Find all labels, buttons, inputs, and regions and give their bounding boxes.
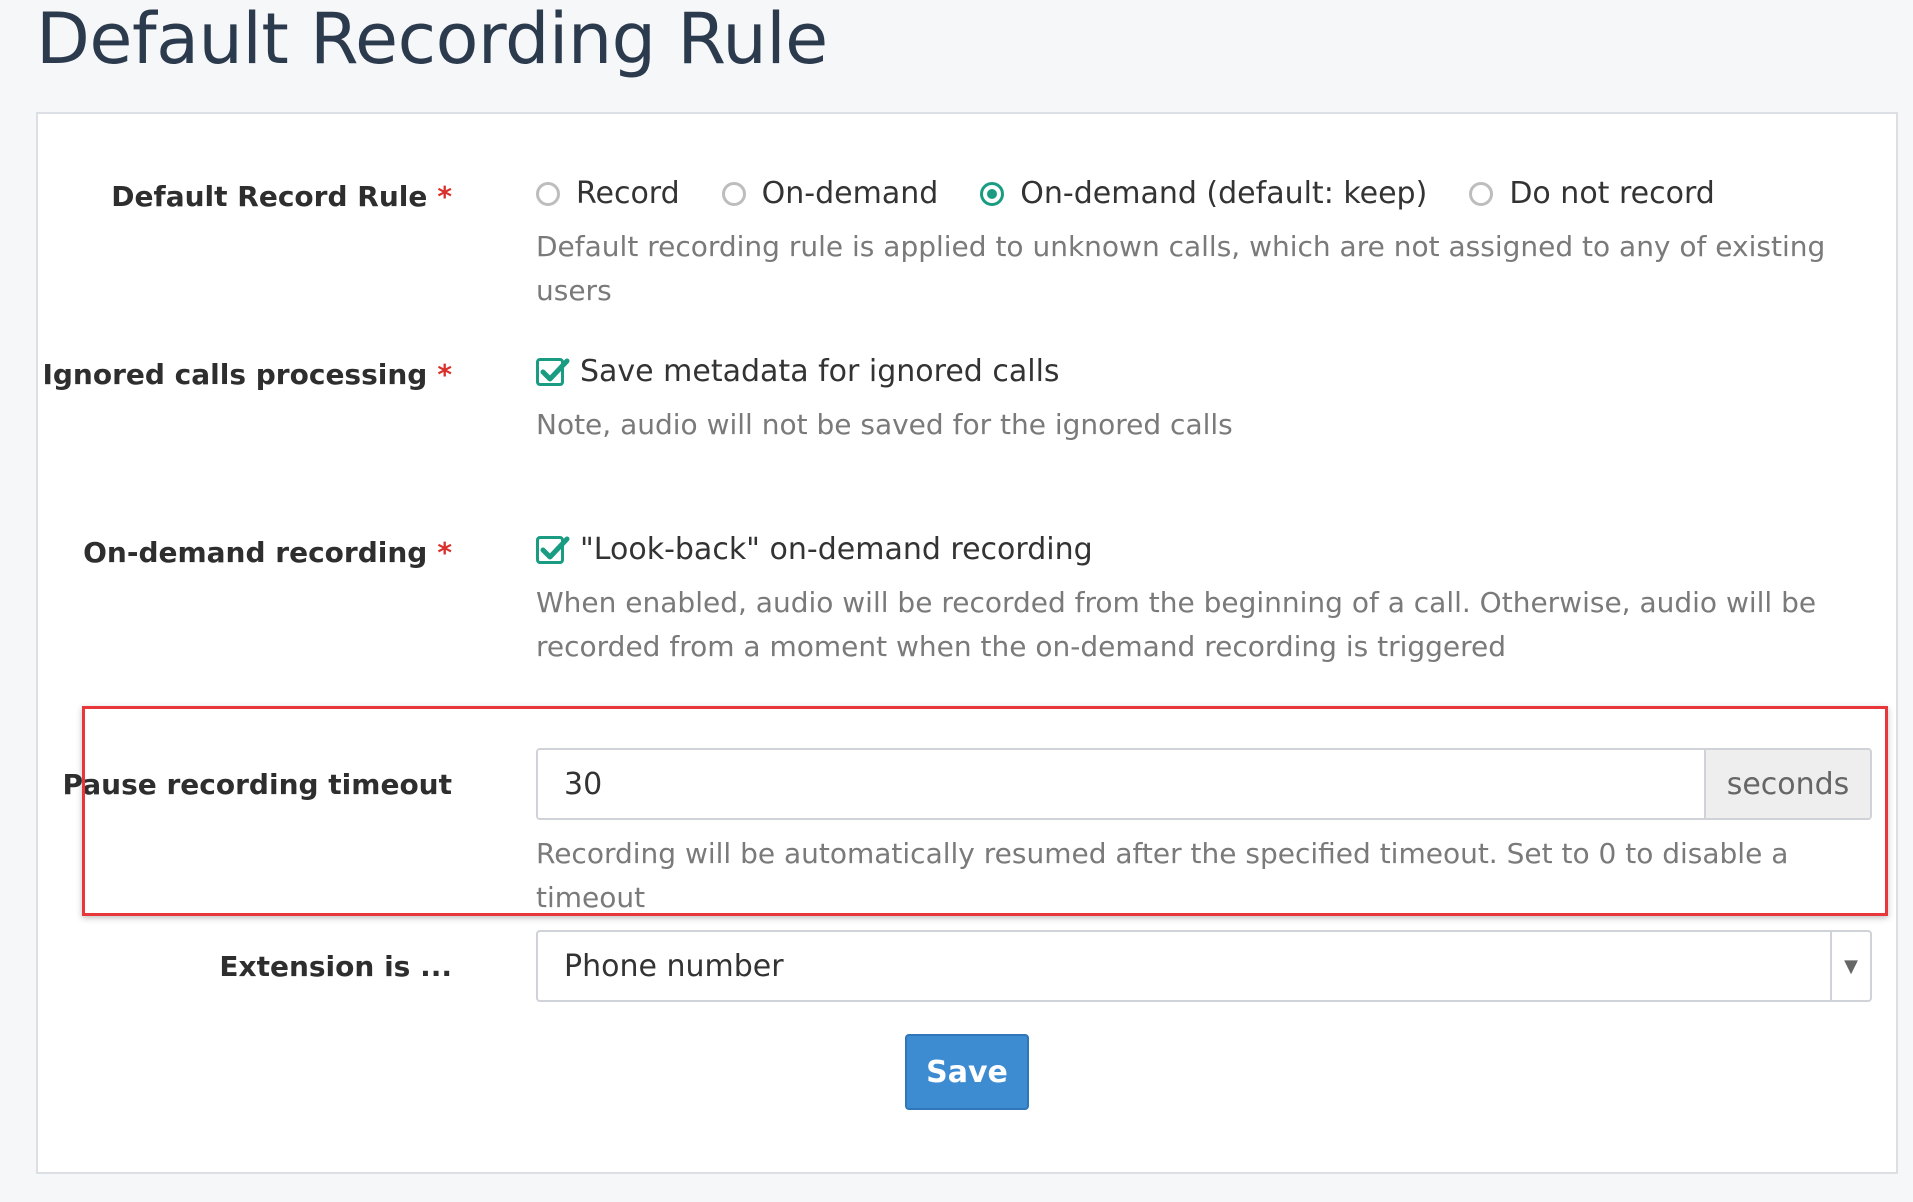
radio-on-demand[interactable]: On-demand xyxy=(721,176,938,211)
record-rule-radio-group: Record On-demand On-demand (default: kee… xyxy=(536,176,1872,211)
required-mark: * xyxy=(437,180,452,213)
dropdown-arrow-icon[interactable]: ▼ xyxy=(1830,932,1870,1000)
settings-card: Default Record Rule * Record On-demand On… xyxy=(36,112,1898,1174)
save-metadata-checkbox[interactable]: Save metadata for ignored calls xyxy=(536,354,1872,389)
radio-on-demand-keep[interactable]: On-demand (default: keep) xyxy=(980,176,1427,211)
on-demand-help: When enabled, audio will be recorded fro… xyxy=(536,586,1817,663)
record-rule-label: Default Record Rule * xyxy=(111,180,452,213)
radio-do-not-record[interactable]: Do not record xyxy=(1469,176,1715,211)
pause-timeout-input-group: seconds xyxy=(536,748,1872,820)
save-button[interactable]: Save xyxy=(905,1034,1029,1110)
extension-selected-value: Phone number xyxy=(564,948,784,984)
extension-label: Extension is ... xyxy=(219,950,452,983)
extension-select[interactable]: Phone number ▼ xyxy=(536,930,1872,1002)
pause-timeout-input[interactable] xyxy=(538,750,1704,818)
record-rule-help: Default recording rule is applied to unk… xyxy=(536,230,1826,307)
look-back-checkbox[interactable]: "Look-back" on-demand recording xyxy=(536,532,1872,567)
ignored-calls-label: Ignored calls processing * xyxy=(42,358,452,391)
on-demand-label: On-demand recording * xyxy=(83,536,452,569)
seconds-addon: seconds xyxy=(1704,750,1870,818)
radio-icon[interactable] xyxy=(721,181,746,206)
checkbox-checked-icon[interactable] xyxy=(536,535,570,564)
checkbox-checked-icon[interactable] xyxy=(536,357,570,386)
radio-icon[interactable] xyxy=(1469,181,1494,206)
radio-icon[interactable] xyxy=(536,181,560,206)
pause-timeout-label: Pause recording timeout xyxy=(62,768,452,801)
ignored-calls-help: Note, audio will not be saved for the ig… xyxy=(536,408,1233,441)
radio-checked-icon[interactable] xyxy=(980,181,1005,206)
page-title: Default Recording Rule xyxy=(36,0,828,80)
required-mark: * xyxy=(437,358,452,391)
pause-timeout-help: Recording will be automatically resumed … xyxy=(536,837,1789,914)
required-mark: * xyxy=(437,536,452,569)
radio-record[interactable]: Record xyxy=(536,176,680,211)
